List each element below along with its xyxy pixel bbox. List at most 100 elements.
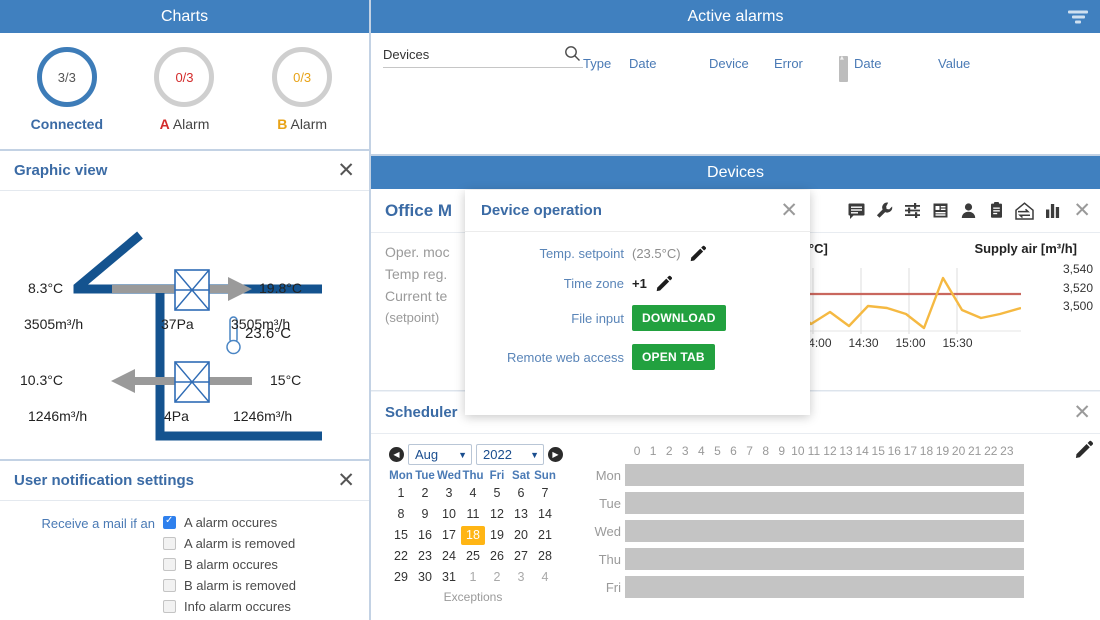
message-icon[interactable] (845, 200, 867, 222)
prev-month-icon[interactable]: ◀ (389, 447, 404, 462)
calendar-day[interactable]: 13 (509, 505, 533, 524)
close-icon[interactable]: ✕ (337, 160, 355, 181)
timeline-day-label: Fri (605, 579, 621, 595)
calendar-day[interactable]: 19 (485, 526, 509, 545)
timeline-bar[interactable] (625, 464, 1024, 486)
calendar-day[interactable]: 9 (413, 505, 437, 524)
close-icon[interactable]: ✕ (1073, 402, 1091, 423)
calendar-day[interactable]: 12 (485, 505, 509, 524)
notification-option[interactable]: A alarm is removed (163, 536, 309, 551)
calendar-day[interactable]: 22 (389, 547, 413, 566)
column-error[interactable]: Error (774, 56, 839, 82)
month-select[interactable]: Aug ▼ (408, 444, 472, 465)
calendar-day[interactable]: 6 (509, 484, 533, 503)
timeline-bar[interactable] (625, 576, 1024, 598)
notification-option[interactable]: B alarm occures (163, 557, 309, 572)
calendar-day[interactable]: 1 (461, 568, 485, 587)
column-date-2[interactable]: Date (854, 56, 938, 82)
weekday-label: Tue (415, 470, 435, 482)
checkbox-icon[interactable] (163, 558, 176, 571)
calendar-day[interactable]: 18 (461, 526, 485, 545)
column-date-1[interactable]: Date (629, 56, 709, 82)
notification-option[interactable]: A alarm occures (163, 515, 309, 530)
donut-connected-label: Connected (30, 116, 103, 132)
close-icon[interactable]: ✕ (1073, 200, 1091, 221)
active-alarms-body: Type Date Device Error Date Value (371, 33, 1100, 154)
timeline-hour-label: 1 (649, 444, 657, 458)
notification-option-label: Info alarm occures (184, 599, 291, 614)
column-resize-handle[interactable] (839, 55, 848, 82)
donut-b-alarm[interactable]: 0/3 B Alarm (247, 47, 357, 132)
calendar-day[interactable]: 30 (413, 568, 437, 587)
notification-option[interactable]: Info alarm occures (163, 599, 309, 614)
column-value[interactable]: Value (938, 56, 998, 82)
calendar-day[interactable]: 26 (485, 547, 509, 566)
edit-pencil-icon[interactable] (1074, 440, 1093, 464)
filter-icon[interactable] (1068, 10, 1088, 23)
download-button[interactable]: DOWNLOAD (632, 305, 726, 331)
calendar-day[interactable]: 25 (461, 547, 485, 566)
calendar-day[interactable]: 28 (533, 547, 557, 566)
calendar-day[interactable]: 21 (533, 526, 557, 545)
calendar-day[interactable]: 31 (437, 568, 461, 587)
search-input[interactable] (383, 45, 583, 68)
notification-prompt: Receive a mail if an (41, 516, 155, 531)
calendar-day[interactable]: 15 (389, 526, 413, 545)
edit-pencil-icon[interactable] (655, 275, 672, 292)
checkbox-icon[interactable] (163, 579, 176, 592)
checkbox-icon[interactable] (163, 515, 176, 529)
calendar-day[interactable]: 20 (509, 526, 533, 545)
notification-options: A alarm occures A alarm is removed B ala… (163, 515, 309, 620)
search-icon[interactable] (564, 45, 581, 67)
calendar-day[interactable]: 16 (413, 526, 437, 545)
clipboard-icon[interactable] (985, 200, 1007, 222)
calendar-day[interactable]: 17 (437, 526, 461, 545)
donut-a-alarm[interactable]: 0/3 A Alarm (129, 47, 239, 132)
column-device[interactable]: Device (709, 56, 774, 82)
timeline-hour-label: 0 (633, 444, 641, 458)
server-icon[interactable] (929, 200, 951, 222)
calendar-day[interactable]: 24 (437, 547, 461, 566)
timeline-bar[interactable] (625, 548, 1024, 570)
calendar-day[interactable]: 3 (437, 484, 461, 503)
next-month-icon[interactable]: ▶ (548, 447, 563, 462)
user-icon[interactable] (957, 200, 979, 222)
column-type[interactable]: Type (583, 56, 629, 82)
calendar-day[interactable]: 7 (533, 484, 557, 503)
calendar-day[interactable]: 27 (509, 547, 533, 566)
timeline-hour-label: 22 (984, 444, 998, 458)
calendar-day[interactable]: 8 (389, 505, 413, 524)
calendar-day[interactable]: 23 (413, 547, 437, 566)
checkbox-icon[interactable] (163, 600, 176, 613)
house-exchange-icon[interactable] (1013, 200, 1035, 222)
calendar-day[interactable]: 5 (485, 484, 509, 503)
close-icon[interactable]: ✕ (337, 470, 355, 491)
calendar-day[interactable]: 14 (533, 505, 557, 524)
open-tab-button[interactable]: OPEN TAB (632, 344, 715, 370)
graphic-view-header: Graphic view ✕ (0, 151, 369, 191)
donut-connected[interactable]: 3/3 Connected (12, 47, 122, 132)
calendar-day[interactable]: 4 (461, 484, 485, 503)
calendar-day[interactable]: 4 (533, 568, 557, 587)
timeline-bar[interactable] (625, 520, 1024, 542)
checkbox-icon[interactable] (163, 537, 176, 550)
calendar-day[interactable]: 29 (389, 568, 413, 587)
calendar-day[interactable]: 10 (437, 505, 461, 524)
device-property-label: Oper. moc (385, 244, 450, 260)
supply-inlet-temp: 8.3°C (28, 280, 64, 296)
calendar-day[interactable]: 11 (461, 505, 485, 524)
notification-option[interactable]: B alarm is removed (163, 578, 309, 593)
calendar-day[interactable]: 2 (413, 484, 437, 503)
calendar-day[interactable]: 3 (509, 568, 533, 587)
year-select[interactable]: 2022 ▼ (476, 444, 544, 465)
calendar-day[interactable]: 1 (389, 484, 413, 503)
bar-chart-icon[interactable] (1041, 200, 1063, 222)
close-icon[interactable]: ✕ (780, 200, 798, 221)
remote-web-access-row: Remote web access OPEN TAB (465, 344, 810, 370)
timeline-bar[interactable] (625, 492, 1024, 514)
donut-b-alarm-label: B Alarm (247, 116, 357, 132)
sliders-icon[interactable] (901, 200, 923, 222)
calendar-day[interactable]: 2 (485, 568, 509, 587)
edit-pencil-icon[interactable] (689, 245, 706, 262)
wrench-icon[interactable] (873, 200, 895, 222)
